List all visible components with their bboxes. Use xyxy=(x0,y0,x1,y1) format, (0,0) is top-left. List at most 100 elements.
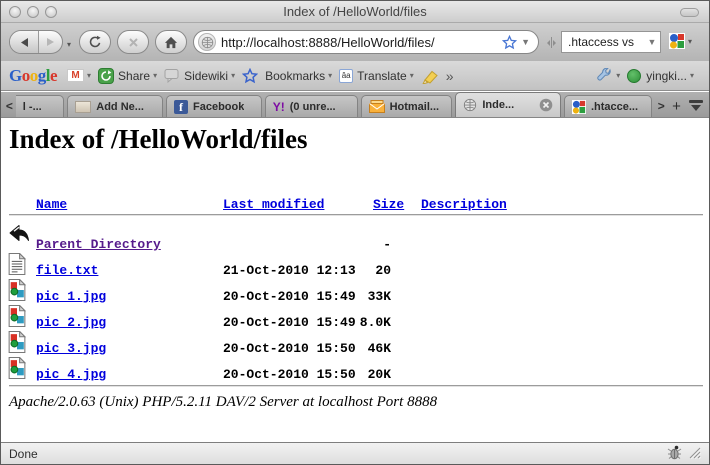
search-dropdown-icon[interactable]: ▼ xyxy=(644,37,660,47)
image-file-icon xyxy=(8,279,26,305)
yahoo-icon: Y! xyxy=(273,100,285,114)
url-bar[interactable]: http://localhost:8888/HelloWorld/files/ … xyxy=(193,30,539,54)
bookmarks-menu-button[interactable]: Bookmarks ▾ xyxy=(265,69,332,83)
account-button[interactable]: yingki... ▾ xyxy=(627,69,694,83)
home-button[interactable] xyxy=(155,30,187,54)
page-thumbnail-icon xyxy=(75,101,91,113)
status-text: Done xyxy=(9,447,38,461)
dropdown-icon: ▾ xyxy=(231,71,235,80)
firebug-icon[interactable] xyxy=(667,445,682,463)
list-all-tabs-button[interactable] xyxy=(685,95,707,117)
browser-window: Index of /HelloWorld/files ▾ xyxy=(0,0,710,465)
tab-list-icon xyxy=(688,100,704,112)
highlighter-icon xyxy=(421,68,439,84)
tab-bar: < l -... Add Ne... f Facebook Y! (0 unre… xyxy=(1,92,709,118)
text-file-icon xyxy=(8,253,26,279)
window-title: Index of /HelloWorld/files xyxy=(1,4,709,19)
dropdown-icon: ▾ xyxy=(410,71,414,80)
file-link[interactable]: pic 3.jpg xyxy=(36,341,106,356)
table-row: Parent Directory - xyxy=(1,237,709,255)
dropdown-icon: ▾ xyxy=(328,71,332,80)
globe-icon xyxy=(463,98,477,112)
toolbar-overflow-button[interactable]: » xyxy=(446,68,454,84)
sort-by-modified-link[interactable]: Last modified xyxy=(223,197,324,212)
toolbar-settings-button[interactable]: ▾ xyxy=(596,68,620,84)
highlighter-button[interactable] xyxy=(421,68,439,84)
back-forward-group xyxy=(9,30,63,54)
tab-yahoo-mail[interactable]: Y! (0 unre... xyxy=(265,95,358,117)
sort-by-description-link[interactable]: Description xyxy=(421,197,507,212)
search-engine-button[interactable]: ▾ xyxy=(669,33,692,49)
table-row: file.txt 21-Oct-2010 12:13 20 xyxy=(1,263,709,281)
toolbar-splitter[interactable] xyxy=(547,37,556,48)
sort-by-size-link[interactable]: Size xyxy=(373,197,404,212)
image-file-icon xyxy=(8,331,26,357)
forward-button[interactable] xyxy=(39,37,62,47)
bookmark-star-icon[interactable] xyxy=(502,35,517,50)
stop-icon xyxy=(128,37,139,48)
file-link[interactable]: pic 4.jpg xyxy=(36,367,106,382)
google-logo[interactable]: Google xyxy=(9,66,57,86)
tab-add-new[interactable]: Add Ne... xyxy=(67,95,163,117)
resize-grip[interactable] xyxy=(688,446,701,462)
table-row: pic 1.jpg 20-Oct-2010 15:49 33K xyxy=(1,289,709,307)
file-link[interactable]: file.txt xyxy=(36,263,98,278)
refresh-icon xyxy=(88,35,102,49)
close-tab-icon[interactable] xyxy=(539,98,553,112)
dropdown-icon: ▾ xyxy=(87,71,91,80)
tab-facebook[interactable]: f Facebook xyxy=(166,95,262,117)
bookmark-this-button[interactable] xyxy=(242,68,258,84)
sidewiki-button[interactable]: Sidewiki ▾ xyxy=(164,68,235,83)
account-avatar xyxy=(627,69,641,83)
forward-arrow-icon xyxy=(46,37,55,47)
file-link[interactable]: pic 2.jpg xyxy=(36,315,106,330)
gmail-button[interactable]: M ▾ xyxy=(67,69,91,82)
toolbar-toggle-button[interactable] xyxy=(680,8,699,17)
translate-button[interactable]: âa Translate ▾ xyxy=(339,69,414,83)
file-link[interactable]: Parent Directory xyxy=(36,237,161,252)
tab-1[interactable]: l -... xyxy=(16,95,64,117)
star-icon xyxy=(242,68,258,84)
tab-index-active[interactable]: Inde... xyxy=(455,92,561,117)
globe-icon xyxy=(201,36,214,49)
scroll-tabs-right-button[interactable]: > xyxy=(655,95,668,117)
google-favicon xyxy=(572,100,586,114)
url-dropdown-icon[interactable]: ▼ xyxy=(521,37,530,47)
status-bar: Done xyxy=(1,442,709,464)
wrench-icon xyxy=(596,68,613,84)
page-content: Index of /HelloWorld/files Name Last mod… xyxy=(1,118,709,444)
new-tab-button[interactable]: + xyxy=(668,95,686,117)
divider xyxy=(9,214,703,216)
sort-by-name-link[interactable]: Name xyxy=(36,197,67,212)
facebook-icon: f xyxy=(174,100,188,114)
image-file-icon xyxy=(8,357,26,383)
search-input[interactable]: .htaccess vs xyxy=(568,35,644,49)
image-file-icon xyxy=(8,305,26,331)
search-box[interactable]: .htaccess vs ▼ xyxy=(561,31,661,53)
share-button[interactable]: Share ▾ xyxy=(98,68,157,84)
site-identity-button[interactable] xyxy=(198,33,216,51)
google-toolbar: Google M ▾ Share ▾ Sidewiki ▾ xyxy=(1,61,709,91)
google-favicon xyxy=(669,33,685,49)
scroll-tabs-left-button[interactable]: < xyxy=(3,95,16,117)
history-dropdown-icon[interactable]: ▾ xyxy=(67,40,71,49)
dropdown-icon: ▾ xyxy=(616,71,620,80)
tab-hotmail[interactable]: Hotmail... xyxy=(361,95,453,117)
gmail-icon: M xyxy=(67,69,84,82)
home-icon xyxy=(164,36,178,49)
stop-button[interactable] xyxy=(117,30,149,54)
engine-dropdown-icon[interactable]: ▾ xyxy=(688,37,692,46)
file-link[interactable]: pic 1.jpg xyxy=(36,289,106,304)
hotmail-icon xyxy=(369,100,385,113)
table-row: pic 3.jpg 20-Oct-2010 15:50 46K xyxy=(1,341,709,359)
server-signature: Apache/2.0.63 (Unix) PHP/5.2.11 DAV/2 Se… xyxy=(9,394,437,411)
back-button[interactable] xyxy=(10,31,39,53)
back-arrow-icon xyxy=(19,37,29,48)
sidewiki-bubble-icon xyxy=(164,68,180,83)
tab-htaccess[interactable]: .htacce... xyxy=(564,95,652,117)
share-icon xyxy=(98,68,114,84)
divider xyxy=(9,385,703,387)
translate-icon: âa xyxy=(339,69,353,83)
url-input[interactable]: http://localhost:8888/HelloWorld/files/ xyxy=(221,35,498,50)
refresh-button[interactable] xyxy=(79,30,111,54)
